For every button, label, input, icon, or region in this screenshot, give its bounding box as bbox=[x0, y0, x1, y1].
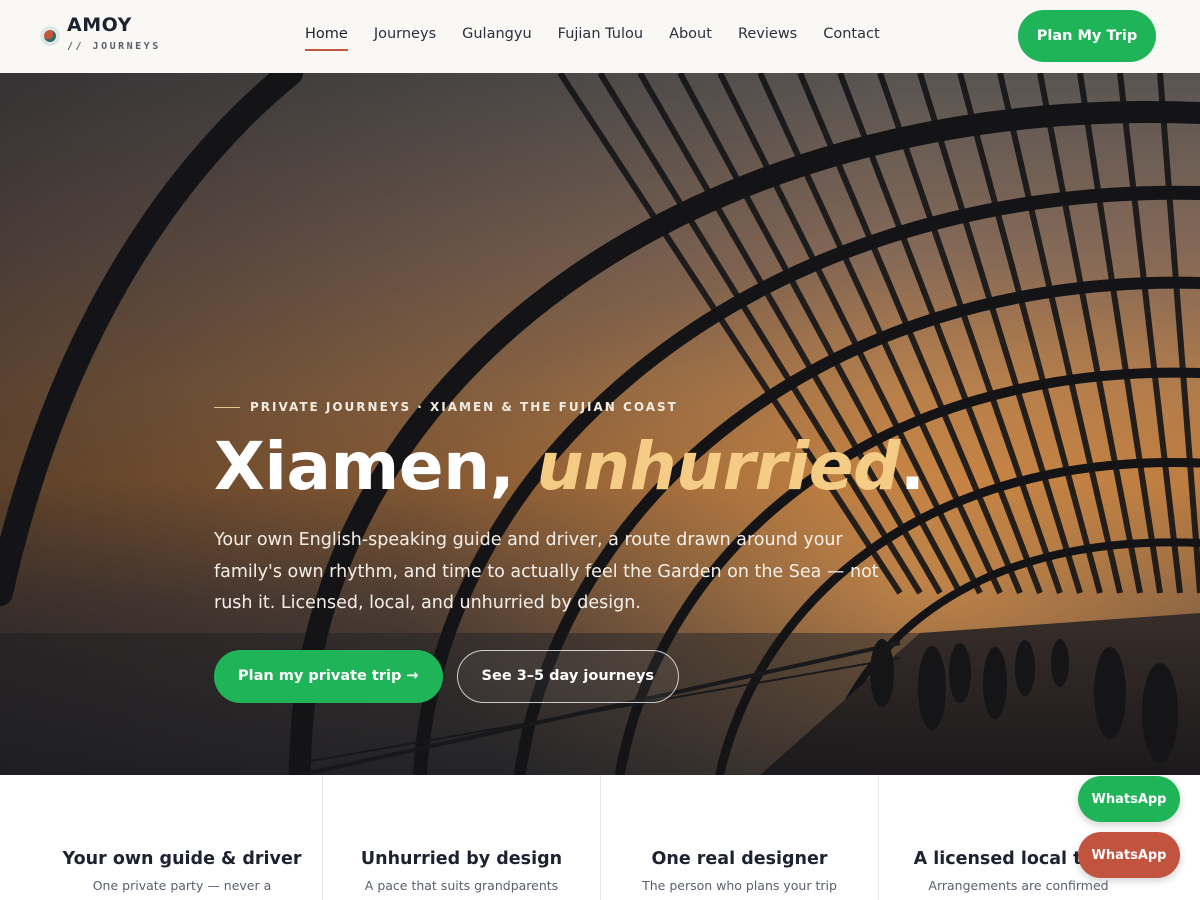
hero-description: Your own English-speaking guide and driv… bbox=[214, 530, 879, 613]
nav-reviews[interactable]: Reviews bbox=[738, 26, 797, 48]
nav-fujian-tulou[interactable]: Fujian Tulou bbox=[558, 26, 643, 48]
nav-home[interactable]: Home bbox=[305, 26, 348, 51]
hero-section: PRIVATE JOURNEYS · XIAMEN & THE FUJIAN C… bbox=[0, 73, 1200, 775]
hero-buttons: Plan my private trip → See 3–5 day journ… bbox=[214, 649, 914, 703]
feature-card: Your own guide & driver One private part… bbox=[0, 775, 322, 900]
feature-description: One private party — never a bbox=[92, 878, 272, 893]
nav-journeys[interactable]: Journeys bbox=[374, 26, 436, 48]
hero-title-end: . bbox=[899, 428, 925, 505]
see-journeys-button[interactable]: See 3–5 day journeys bbox=[456, 649, 680, 703]
feature-card: Unhurried by design A pace that suits gr… bbox=[322, 775, 600, 900]
whatsapp-secondary-button[interactable]: WhatsApp bbox=[1078, 832, 1180, 878]
logo-mark-icon bbox=[40, 26, 60, 46]
nav-contact[interactable]: Contact bbox=[823, 26, 879, 48]
plan-private-trip-button[interactable]: Plan my private trip → bbox=[214, 649, 443, 703]
brand-subtitle: // JOURNEYS bbox=[67, 41, 161, 52]
site-header: AMOY // JOURNEYS Home Journeys Gulangyu … bbox=[0, 0, 1200, 73]
hero-content: PRIVATE JOURNEYS · XIAMEN & THE FUJIAN C… bbox=[214, 400, 925, 703]
feature-title: Unhurried by design bbox=[360, 849, 563, 869]
eyebrow-divider bbox=[214, 406, 240, 408]
eyebrow-text: PRIVATE JOURNEYS · XIAMEN & THE FUJIAN C… bbox=[250, 400, 678, 414]
brand-logo[interactable]: AMOY // JOURNEYS bbox=[40, 13, 161, 52]
feature-card: One real designer The person who plans y… bbox=[600, 775, 878, 900]
features-strip: Your own guide & driver One private part… bbox=[0, 775, 1200, 900]
hero-eyebrow: PRIVATE JOURNEYS · XIAMEN & THE FUJIAN C… bbox=[214, 400, 914, 414]
feature-description: A pace that suits grandparents bbox=[364, 878, 559, 893]
hero-title: Xiamen, unhurried. bbox=[214, 434, 925, 500]
plan-my-trip-button[interactable]: Plan My Trip bbox=[1018, 10, 1156, 62]
feature-title: One real designer bbox=[651, 849, 828, 869]
feature-description: Arrangements are confirmed bbox=[928, 878, 1109, 893]
main-nav: Home Journeys Gulangyu Fujian Tulou Abou… bbox=[305, 26, 880, 51]
brand-name: AMOY bbox=[67, 14, 132, 36]
whatsapp-button[interactable]: WhatsApp bbox=[1078, 776, 1180, 822]
nav-gulangyu[interactable]: Gulangyu bbox=[462, 26, 532, 48]
nav-about[interactable]: About bbox=[669, 26, 712, 48]
hero-title-main: Xiamen, bbox=[214, 428, 537, 505]
feature-description: The person who plans your trip bbox=[642, 878, 837, 893]
feature-title: Your own guide & driver bbox=[62, 849, 302, 869]
hero-title-emphasis: unhurried bbox=[536, 428, 901, 505]
